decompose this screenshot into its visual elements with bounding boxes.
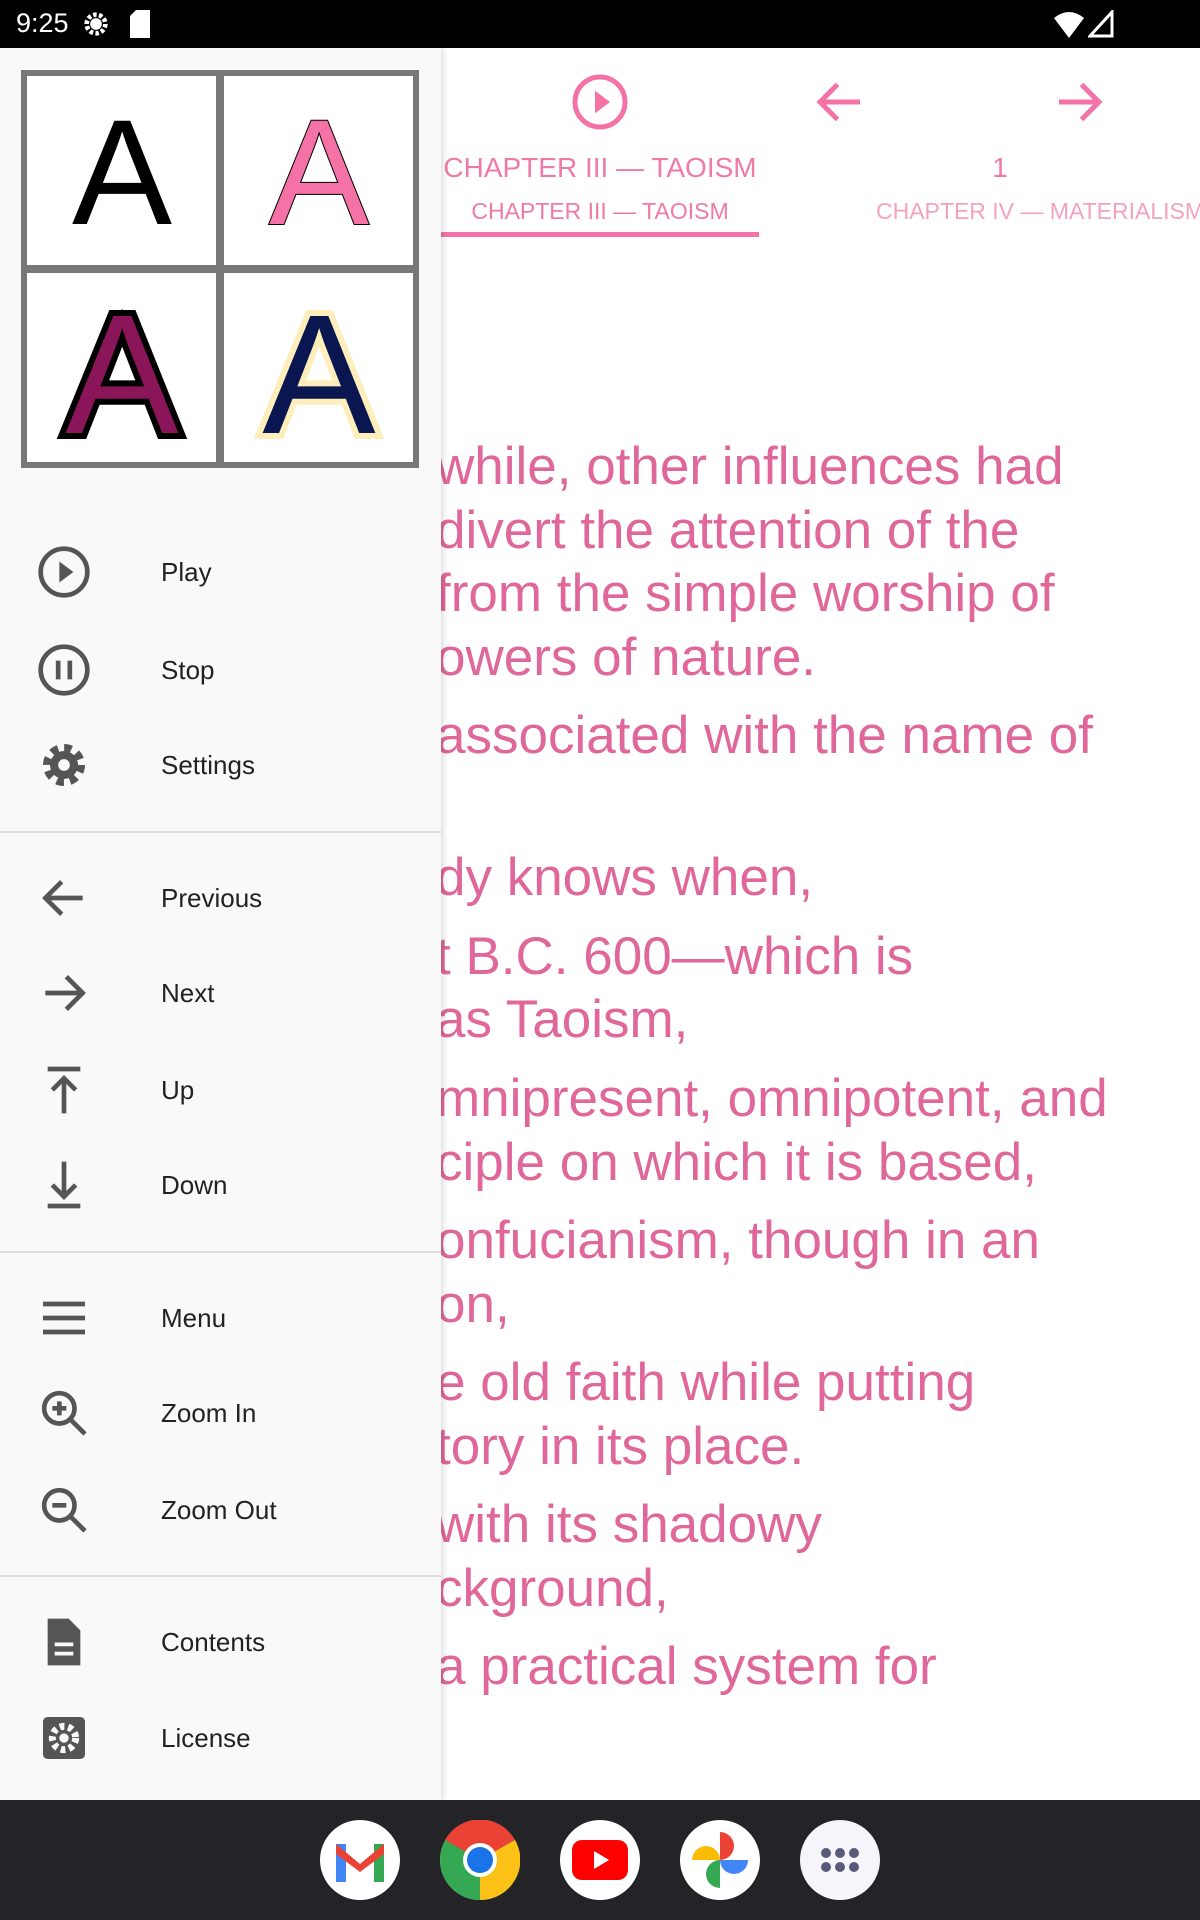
font-sample-letter: A (268, 88, 368, 256)
font-sample-letter: A (262, 283, 376, 453)
text-line: onfucianism, though in an (436, 1210, 1041, 1270)
text-line: on, (436, 1274, 510, 1334)
signal-icon (1088, 10, 1114, 38)
text-line: ciple on which it is based, (436, 1132, 1037, 1192)
tab-next-chapter[interactable]: CHAPTER IV — MATERIALISM (876, 198, 1200, 225)
arrow-up-to-top-icon (32, 1058, 96, 1122)
menu-item-zoom-in[interactable]: Zoom In (0, 1365, 441, 1461)
gear-box-icon (32, 1706, 96, 1770)
dock (0, 1800, 1200, 1920)
menu-item-license[interactable]: License (0, 1690, 441, 1786)
text-line: as Taoism, (436, 990, 689, 1050)
tab-indicator (441, 232, 759, 237)
font-style-option[interactable]: A (27, 273, 216, 462)
text-line: from the simple worship of (436, 564, 1055, 624)
document-icon (32, 1610, 96, 1674)
text-line: dy knows when, (436, 848, 814, 908)
app-drawer-icon[interactable] (800, 1820, 880, 1900)
status-bar: 9:25 (0, 0, 1200, 48)
menu-item-label: Settings (161, 749, 255, 780)
menu-item-label: Contents (161, 1626, 266, 1657)
navigation-drawer: AAAA Play Stop Settings Previous Next Up Down M… (0, 48, 441, 1800)
divider (0, 1575, 441, 1577)
text-line: while, other influences had (436, 437, 1064, 496)
menu-item-label: Play (161, 556, 212, 587)
font-sample-letter: A (65, 283, 179, 453)
zoom-out-icon (32, 1478, 96, 1542)
text-line: e old faith while putting (436, 1352, 976, 1412)
text-line: tory in its place. (436, 1416, 805, 1476)
google-photos-icon[interactable] (680, 1820, 760, 1900)
wifi-icon (1054, 12, 1084, 38)
menu-item-label: Stop (161, 654, 215, 685)
menu-item-stop[interactable]: Stop (0, 622, 441, 718)
sd-card-icon (130, 10, 150, 38)
menu-item-contents[interactable]: Contents (0, 1594, 441, 1690)
current-chapter-title: CHAPTER III — TAOISM (443, 152, 757, 183)
page-number: 1 (992, 152, 1008, 183)
font-sample-letter: A (71, 88, 171, 256)
menu-item-next[interactable]: Next (0, 945, 441, 1041)
menu-item-label: Zoom In (161, 1397, 257, 1428)
menu-item-label: License (161, 1722, 251, 1753)
chrome-icon[interactable] (440, 1820, 520, 1900)
arrow-right-icon (32, 961, 96, 1025)
text-line: with its shadowy (436, 1494, 822, 1554)
text-line: ckground, (436, 1558, 669, 1618)
menu-item-menu[interactable]: Menu (0, 1270, 441, 1366)
menu-item-previous[interactable]: Previous (0, 850, 441, 946)
arrow-left-icon[interactable] (810, 72, 870, 132)
text-line: owers of nature. (436, 628, 817, 688)
tab-current-chapter[interactable]: CHAPTER III — TAOISM (441, 198, 759, 225)
youtube-icon[interactable] (560, 1820, 640, 1900)
menu-item-label: Previous (161, 882, 263, 913)
play-circle-icon[interactable] (570, 72, 630, 132)
text-line: associated with the name of (436, 706, 1093, 766)
menu-item-label: Zoom Out (161, 1494, 277, 1525)
font-style-option[interactable]: A (224, 273, 413, 462)
menu-item-label: Menu (161, 1302, 227, 1333)
font-style-picker: AAAA (21, 70, 419, 468)
arrow-right-icon[interactable] (1049, 72, 1109, 132)
menu-item-zoom-out[interactable]: Zoom Out (0, 1462, 441, 1558)
text-line: divert the attention of the (436, 500, 1020, 560)
text-line: t B.C. 600—which is (436, 926, 914, 986)
arrow-down-to-bottom-icon (32, 1153, 96, 1217)
gmail-icon[interactable] (320, 1820, 400, 1900)
font-style-option[interactable]: A (27, 76, 216, 265)
menu-item-play[interactable]: Play (0, 524, 441, 620)
text-line: mnipresent, omnipotent, and (436, 1068, 1108, 1128)
zoom-in-icon (32, 1381, 96, 1445)
arrow-left-icon (32, 866, 96, 930)
divider (0, 831, 441, 833)
play-circle-icon (32, 540, 96, 604)
menu-item-label: Up (161, 1074, 195, 1105)
menu-item-label: Down (161, 1169, 228, 1200)
status-time: 9:25 (16, 8, 69, 38)
gear-icon (32, 733, 96, 797)
menu-item-label: Next (161, 977, 215, 1008)
menu-item-down[interactable]: Down (0, 1137, 441, 1233)
menu-item-settings[interactable]: Settings (0, 717, 441, 813)
menu-icon (32, 1286, 96, 1350)
menu-item-up[interactable]: Up (0, 1042, 441, 1138)
divider (0, 1251, 441, 1253)
pause-circle-icon (32, 638, 96, 702)
text-line: a practical system for (436, 1637, 937, 1696)
font-style-option[interactable]: A (224, 76, 413, 265)
settings-notification-icon (84, 12, 108, 36)
